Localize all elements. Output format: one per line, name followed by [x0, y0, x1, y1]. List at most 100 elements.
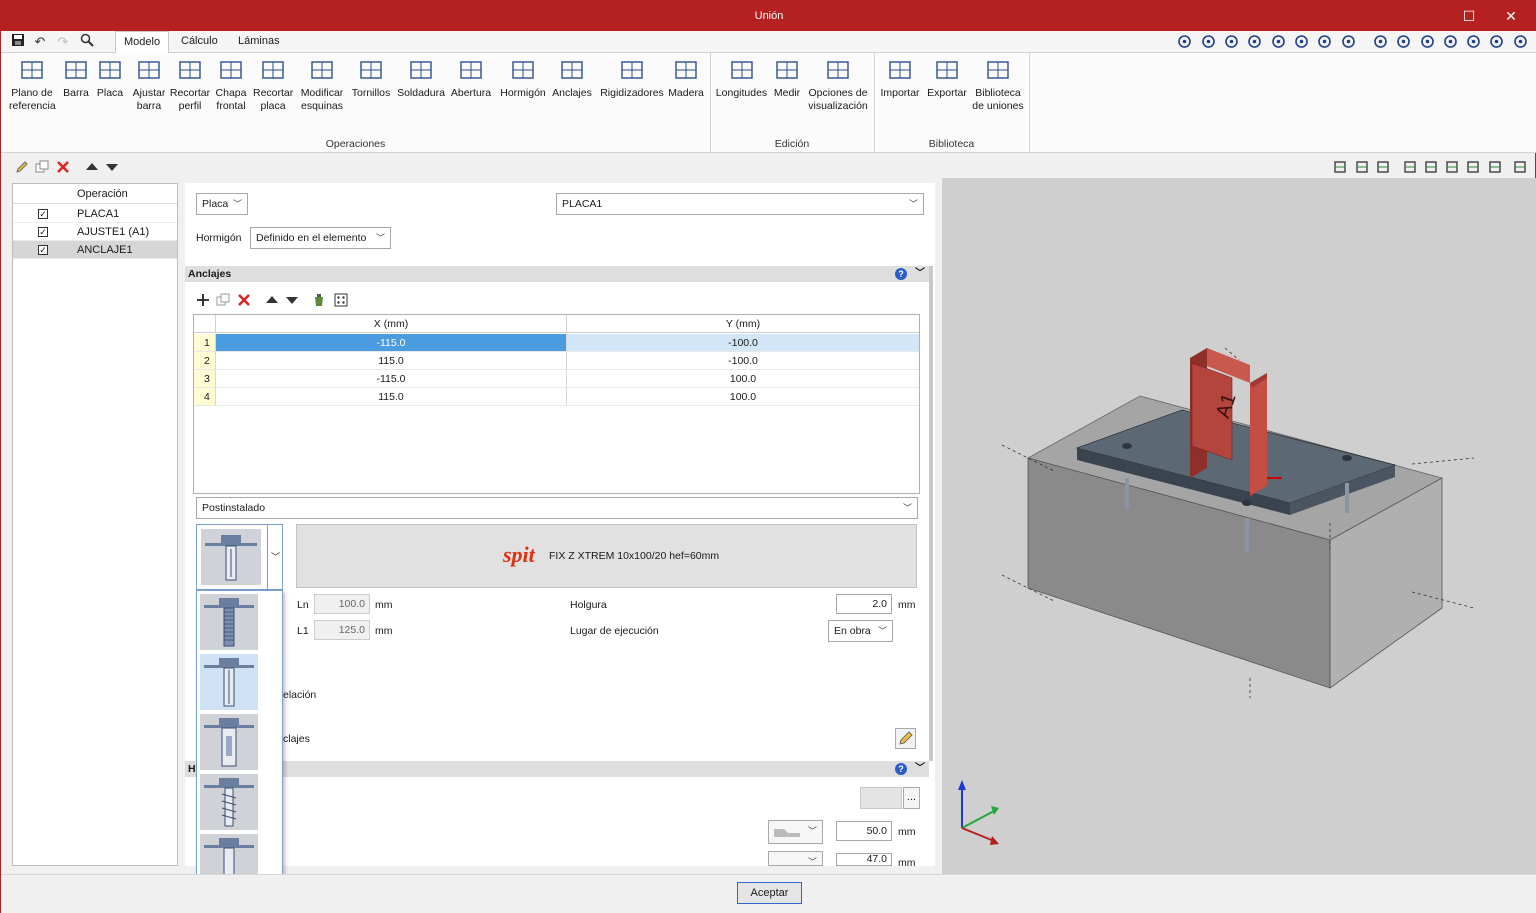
chevron-down-icon[interactable]: ﹀ [267, 525, 283, 589]
rotate-icon[interactable] [1177, 34, 1194, 51]
zoom-extent-icon[interactable] [1271, 34, 1288, 51]
cell-x[interactable]: 115.0 [216, 352, 567, 370]
fit-icon[interactable] [1341, 34, 1358, 51]
ribbon-button-wood[interactable]: Madera [667, 57, 705, 100]
move-up-icon[interactable] [85, 160, 99, 174]
tab-laminas[interactable]: Láminas [230, 31, 288, 53]
operation-row[interactable]: ✓ PLACA1 [13, 205, 177, 223]
cell-y[interactable]: -100.0 [567, 334, 919, 352]
visibility-icon[interactable] [1488, 160, 1502, 174]
product-banner[interactable]: spit FIX Z XTREM 10x100/20 hef=60mm [296, 524, 917, 588]
table-row[interactable]: 4 115.0 100.0 [194, 388, 919, 406]
ribbon-button-stiffener[interactable]: Rigidizadores [598, 57, 666, 100]
grid-pattern-icon[interactable] [334, 293, 348, 307]
ln-input[interactable]: 100.0 [314, 594, 370, 614]
dropdown-option-sleeve[interactable] [200, 714, 258, 770]
ribbon-button-beam[interactable]: Barra [63, 57, 89, 100]
move-icon[interactable] [1317, 34, 1334, 51]
table-row[interactable]: 1 -115.0 -100.0 [194, 334, 919, 352]
ribbon-button-bolt[interactable]: Tornillos [349, 57, 393, 100]
move-up-icon[interactable] [265, 293, 279, 307]
dropdown-option-screw[interactable] [200, 774, 258, 830]
pan-icon[interactable] [1294, 34, 1311, 51]
anclajes-section-header[interactable]: Anclajes ? ﹀ [185, 266, 929, 282]
value1-input[interactable]: 50.0 [836, 821, 892, 841]
eye-layers-icon[interactable] [1355, 160, 1369, 174]
move-down-icon[interactable] [285, 293, 299, 307]
maximize-button[interactable]: ☐ [1449, 5, 1489, 27]
comment-icon[interactable] [1489, 34, 1506, 51]
operation-checkbox[interactable]: ✓ [38, 209, 48, 219]
color-view-icon[interactable] [1424, 160, 1438, 174]
3d-icon[interactable] [1513, 160, 1527, 174]
ribbon-button-opening[interactable]: Abertura [449, 57, 493, 100]
color-swatch[interactable] [860, 787, 902, 809]
ribbon-button-cut-profile[interactable]: Recortar perfil [169, 57, 211, 113]
ribbon-button-view-options[interactable]: Opciones de visualización [806, 57, 870, 113]
type-select[interactable]: Placa ﹀ [196, 193, 248, 215]
ribbon-button-weld[interactable]: Soldadura [396, 57, 446, 100]
move-down-icon[interactable] [105, 160, 119, 174]
save-icon[interactable] [9, 33, 27, 51]
ribbon-button-grid[interactable]: Plano de referencia [9, 57, 56, 113]
section2-header[interactable]: H ? ﹀ [185, 761, 929, 777]
layers-icon[interactable] [1466, 160, 1480, 174]
ribbon-button-front-plate[interactable]: Chapa frontal [213, 57, 249, 113]
split-view-icon[interactable] [1403, 160, 1417, 174]
3d-viewport[interactable]: A1 [942, 178, 1536, 874]
zoom-icon[interactable] [1224, 34, 1241, 51]
zoom-window-icon[interactable] [1247, 34, 1264, 51]
l1-input[interactable]: 125.0 [314, 620, 370, 640]
ribbon-button-export[interactable]: Exportar [925, 57, 969, 100]
ribbon-button-concrete[interactable]: Hormigón [497, 57, 549, 100]
element-select[interactable]: PLACA1 ﹀ [556, 193, 924, 215]
cell-y[interactable]: 100.0 [567, 370, 919, 388]
ribbon-button-corners[interactable]: Modificar esquinas [297, 57, 347, 113]
layout-icon[interactable] [1396, 34, 1413, 51]
edit-button[interactable] [895, 728, 916, 749]
anchor-type-combo[interactable]: ﹀ [196, 524, 283, 590]
axes-icon[interactable] [1420, 34, 1437, 51]
tab-calculo[interactable]: Cálculo [173, 31, 226, 53]
clipboard-icon[interactable] [1466, 34, 1483, 51]
ribbon-button-library[interactable]: Biblioteca de uniones [971, 57, 1025, 113]
close-button[interactable]: ✕ [1491, 5, 1531, 27]
refresh-icon[interactable] [1443, 34, 1460, 51]
clean-icon[interactable] [312, 293, 326, 307]
holgura-input[interactable]: 2.0 [836, 594, 892, 614]
copy-icon[interactable] [216, 293, 230, 307]
cell-x[interactable]: -115.0 [216, 334, 567, 352]
help-icon[interactable]: ? [895, 763, 907, 775]
search-icon[interactable] [78, 33, 96, 51]
lugar-select[interactable]: En obra ﹀ [828, 620, 893, 642]
collapse-chevron-icon[interactable]: ﹀ [915, 266, 925, 282]
weld-type-select-2[interactable]: ﹀ [768, 851, 823, 866]
ribbon-button-cut-plate[interactable]: Recortar placa [253, 57, 293, 113]
operation-checkbox[interactable]: ✓ [38, 227, 48, 237]
operation-checkbox[interactable]: ✓ [38, 245, 48, 255]
dropdown-option-threaded-rod[interactable] [200, 594, 258, 650]
orbit-icon[interactable] [1201, 34, 1218, 51]
table-row[interactable]: 2 115.0 -100.0 [194, 352, 919, 370]
help-icon[interactable]: ? [895, 268, 907, 280]
dropdown-option-expansion[interactable] [200, 654, 258, 710]
edit-pencil-icon[interactable] [15, 160, 29, 174]
ribbon-button-fit-bar[interactable]: Ajustar barra [131, 57, 167, 113]
scrollbar[interactable] [929, 266, 933, 761]
ribbon-button-import[interactable]: Importar [878, 57, 922, 100]
add-icon[interactable] [196, 293, 210, 307]
browse-button[interactable]: ... [903, 787, 920, 809]
tree-icon[interactable] [1376, 160, 1390, 174]
undo-icon[interactable]: ↶ [31, 33, 49, 51]
hormigon-select[interactable]: Definido en el elemento ﹀ [250, 227, 391, 249]
copy-icon[interactable] [35, 160, 49, 174]
weld-type-select[interactable]: ﹀ [768, 820, 823, 844]
collapse-chevron-icon[interactable]: ﹀ [915, 761, 925, 777]
cell-y[interactable]: 100.0 [567, 388, 919, 406]
operation-row[interactable]: ✓ ANCLAJE1 [13, 241, 177, 259]
ribbon-button-anchor[interactable]: Anclajes [552, 57, 592, 100]
redo-icon[interactable]: ↷ [54, 33, 72, 51]
tools-icon[interactable] [1513, 34, 1530, 51]
tab-modelo[interactable]: Modelo [115, 31, 170, 54]
frame-icon[interactable] [1373, 34, 1390, 51]
